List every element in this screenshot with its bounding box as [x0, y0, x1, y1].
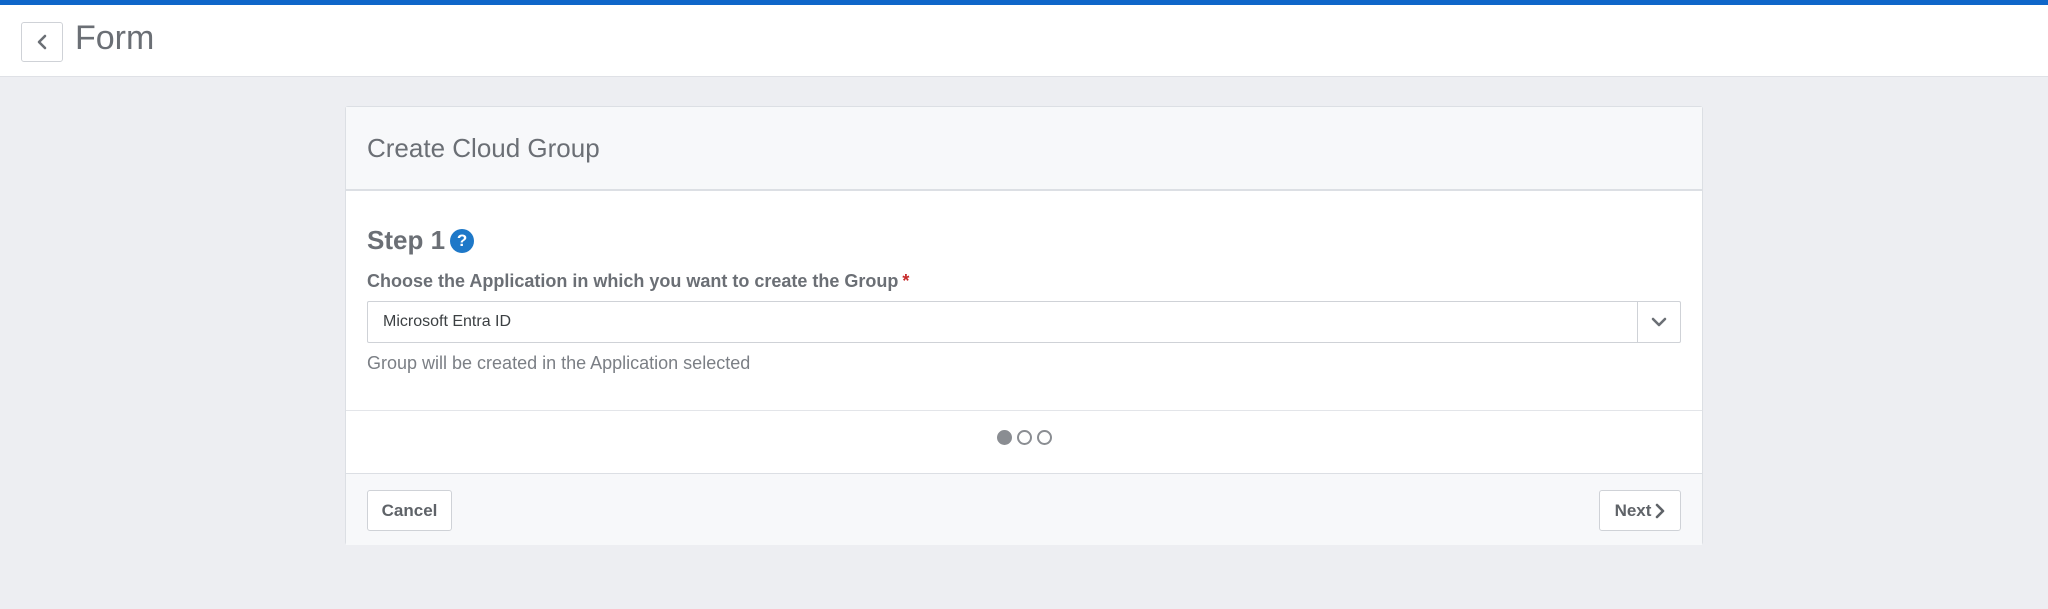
chevron-down-icon — [1651, 317, 1667, 327]
create-group-card: Create Cloud Group Step 1 ? Choose the A… — [345, 106, 1703, 545]
required-marker: * — [902, 271, 910, 291]
step-dot-1 — [996, 430, 1012, 445]
cancel-button-label: Cancel — [381, 500, 438, 520]
card-header: Create Cloud Group — [346, 107, 1702, 191]
chevron-left-icon — [37, 34, 47, 50]
application-help-text: Group will be created in the Application… — [367, 353, 751, 373]
back-button[interactable] — [21, 22, 63, 62]
application-field-label: Choose the Application in which you want… — [367, 271, 909, 292]
step-dot-2 — [1016, 430, 1032, 445]
next-button[interactable]: Next — [1599, 490, 1681, 531]
page-header: Form — [0, 5, 2048, 77]
card-footer: Cancel Next — [346, 473, 1702, 545]
application-select-toggle[interactable] — [1637, 302, 1680, 342]
step-dot-3 — [1036, 430, 1052, 445]
card-title: Create Cloud Group — [367, 133, 600, 163]
divider — [346, 410, 1702, 411]
step-heading: Step 1 ? — [367, 225, 475, 256]
cancel-button[interactable]: Cancel — [367, 490, 452, 531]
application-select-value: Microsoft Entra ID — [383, 313, 512, 330]
application-field-label-text: Choose the Application in which you want… — [367, 271, 899, 291]
help-icon[interactable]: ? — [450, 228, 475, 253]
page-title: Form — [75, 19, 155, 57]
application-select[interactable]: Microsoft Entra ID — [367, 301, 1681, 343]
step-indicator — [346, 430, 1702, 445]
chevron-right-icon — [1656, 503, 1665, 518]
next-button-label: Next — [1614, 500, 1652, 520]
step-title-text: Step 1 — [367, 225, 446, 255]
